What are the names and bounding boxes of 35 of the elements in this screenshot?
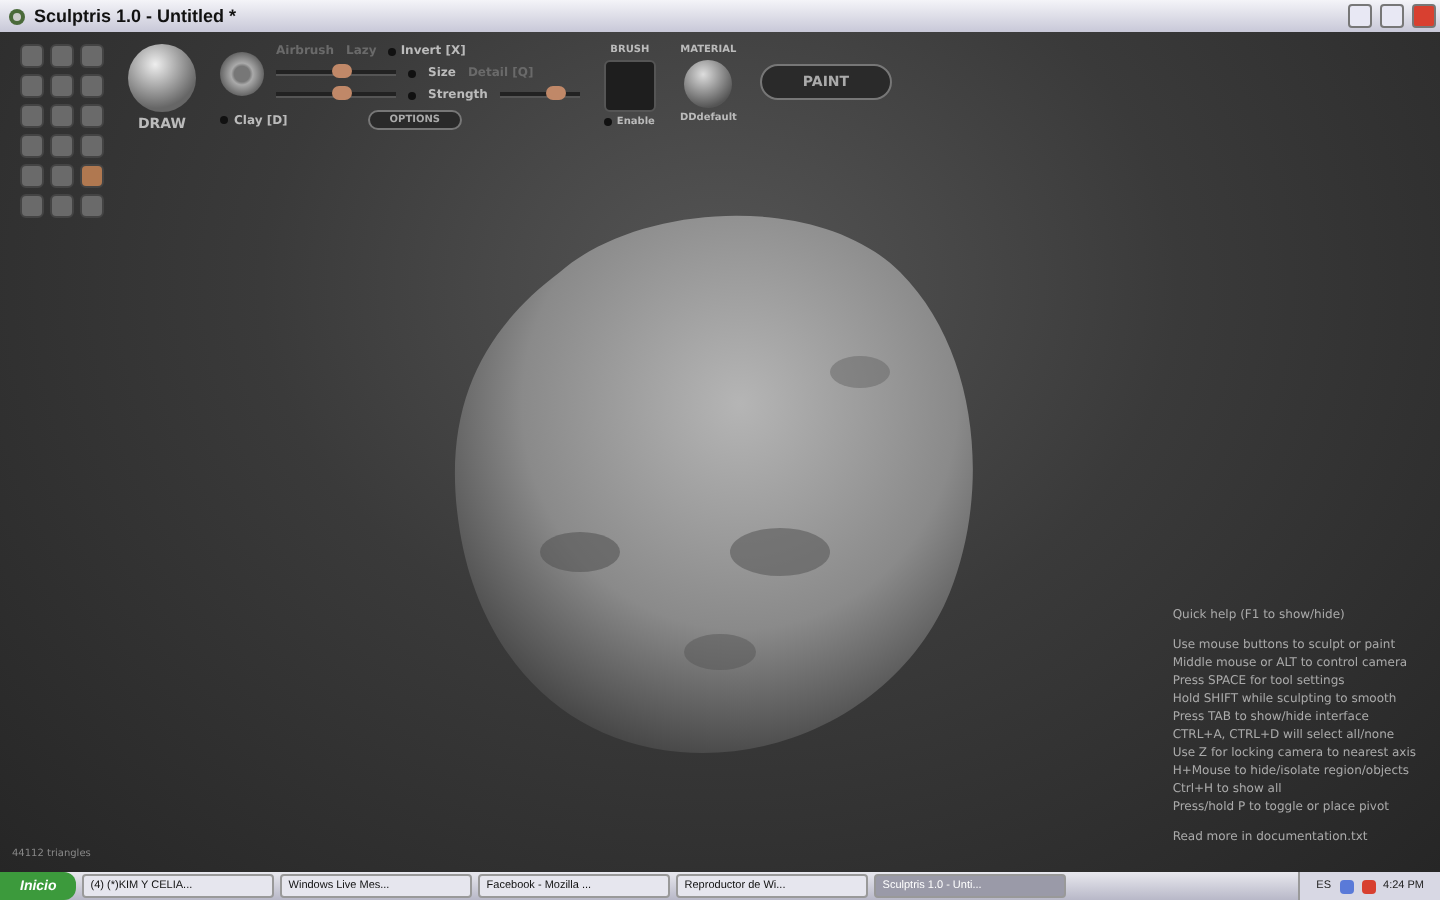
detail-slider-thumb[interactable] xyxy=(545,86,566,100)
window-title: Sculptris 1.0 - Untitled * xyxy=(34,6,239,26)
tool-button[interactable] xyxy=(80,134,104,158)
tool-button[interactable] xyxy=(20,104,44,128)
tool-button[interactable] xyxy=(20,134,44,158)
minimize-button[interactable] xyxy=(1348,4,1372,28)
draw-brush-icon[interactable] xyxy=(128,44,196,112)
bullet-icon xyxy=(408,91,416,99)
tool-button[interactable] xyxy=(80,104,104,128)
tool-button[interactable] xyxy=(80,74,104,98)
tool-button[interactable] xyxy=(80,44,104,68)
tool-button[interactable] xyxy=(50,194,74,218)
tool-button[interactable] xyxy=(20,164,44,188)
brush-swatch[interactable] xyxy=(603,60,656,112)
tool-button[interactable] xyxy=(50,74,74,98)
tool-button[interactable] xyxy=(80,194,104,218)
tool-button[interactable] xyxy=(80,164,104,188)
tool-button[interactable] xyxy=(50,44,74,68)
close-button[interactable] xyxy=(1412,4,1436,28)
tool-button[interactable] xyxy=(50,164,74,188)
material-sphere[interactable] xyxy=(684,60,733,108)
tool-button[interactable] xyxy=(20,74,44,98)
tool-button[interactable] xyxy=(20,194,44,218)
bullet-icon xyxy=(408,69,416,77)
tool-button[interactable] xyxy=(20,44,44,68)
slider-thumb[interactable] xyxy=(332,86,352,100)
app-logo-icon xyxy=(8,7,26,25)
invert-toggle[interactable] xyxy=(388,47,397,55)
tool-button[interactable] xyxy=(50,134,74,158)
enable-toggle[interactable] xyxy=(604,118,613,126)
tool-button[interactable] xyxy=(50,104,74,128)
brush-falloff-icon xyxy=(220,51,264,95)
clay-toggle[interactable] xyxy=(220,116,228,124)
maximize-button[interactable] xyxy=(1380,4,1404,28)
slider-thumb[interactable] xyxy=(332,64,352,78)
